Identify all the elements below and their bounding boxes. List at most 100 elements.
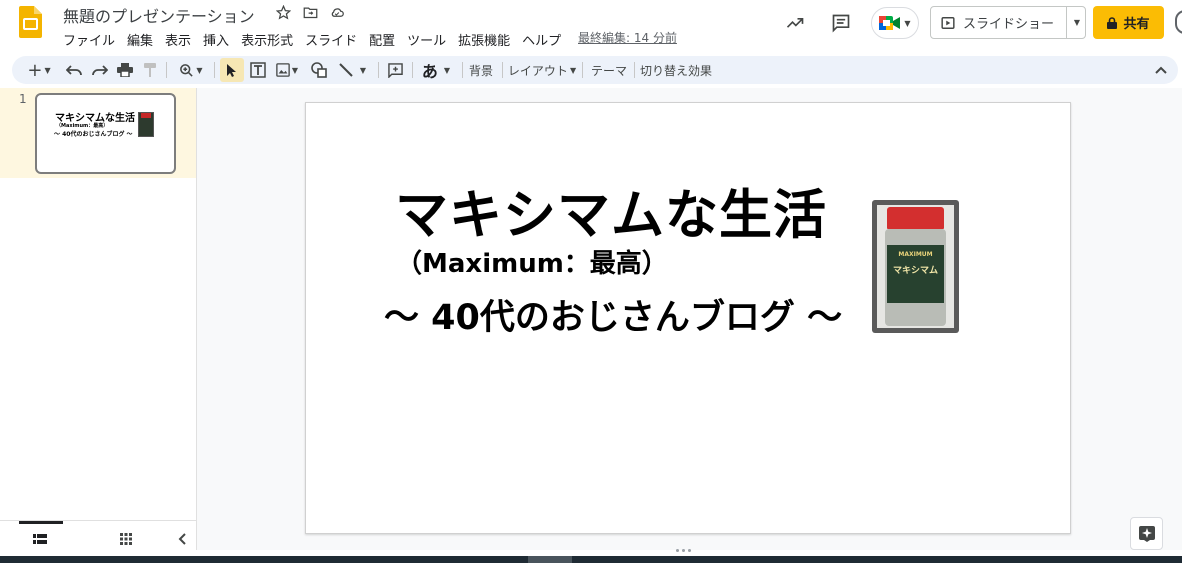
activity-dashboard-icon[interactable] <box>782 10 808 36</box>
transition-button[interactable]: 切り替え効果 <box>640 56 712 84</box>
slide-product-image[interactable]: MAXIMUM マキシマム <box>872 200 959 333</box>
text-box-tool[interactable] <box>248 56 268 84</box>
menu-insert[interactable]: 挿入 <box>197 29 235 50</box>
chevron-down-icon: ▼ <box>291 65 299 75</box>
chevron-down-icon: ▼ <box>569 65 577 75</box>
filmstrip: 1 マキシマムな生活 （Maximum：最高） ～ 40代のおじさんブログ ～ <box>0 88 196 520</box>
notes-resize-handle[interactable] <box>676 549 691 552</box>
select-tool[interactable] <box>220 58 244 82</box>
collapse-panel-icon[interactable] <box>174 531 190 547</box>
toolbar-divider <box>214 62 215 78</box>
chevron-down-icon: ▼ <box>359 65 367 75</box>
layout-label: レイアウト <box>507 63 568 78</box>
thumbnail-subtitle: （Maximum：最高） <box>56 123 109 129</box>
active-view-indicator <box>19 521 63 524</box>
os-taskbar <box>0 556 1182 563</box>
move-folder-icon[interactable] <box>301 3 319 21</box>
menu-extensions[interactable]: 拡張機能 <box>452 29 516 50</box>
add-comment-icon <box>387 62 403 78</box>
explore-button[interactable] <box>1130 517 1163 550</box>
toolbar: + ▼ ▼ ▼ ▼ あ ▼ 背景 レイアウト ▼ テーマ 切り替え効果 <box>12 56 1178 84</box>
toolbar-divider <box>166 62 167 78</box>
document-title[interactable]: 無題のプレゼンテーション <box>63 3 255 27</box>
slides-logo-icon[interactable] <box>19 6 42 38</box>
undo-button[interactable] <box>64 56 84 84</box>
input-tools-label: あ <box>421 62 438 81</box>
thumbnail-image <box>138 112 154 137</box>
grid-view-icon[interactable] <box>118 531 134 547</box>
account-avatar[interactable] <box>1175 10 1182 34</box>
lock-icon <box>1107 16 1118 29</box>
title-actions <box>274 3 346 21</box>
bottle-label-panel: MAXIMUM マキシマム <box>887 245 944 303</box>
slide-number: 1 <box>19 92 27 106</box>
shape-icon <box>311 62 327 78</box>
last-edit-link[interactable]: 最終編集: 14 分前 <box>578 29 677 46</box>
layout-button[interactable]: レイアウト ▼ <box>508 56 576 84</box>
menu-edit[interactable]: 編集 <box>121 29 159 50</box>
taskbar-item[interactable] <box>528 556 572 563</box>
chevron-down-icon: ▼ <box>1073 18 1081 27</box>
chevron-up-icon <box>1155 66 1167 74</box>
chevron-down-icon: ▼ <box>44 65 51 75</box>
slideshow-button[interactable]: スライドショー <box>931 7 1067 38</box>
slide-blog-text[interactable]: ～ 40代のおじさんブログ ～ <box>384 289 842 340</box>
bottle-label: マキシマム <box>892 266 938 276</box>
bottle-photo: MAXIMUM マキシマム <box>877 205 954 328</box>
slideshow-dropdown[interactable]: ▼ <box>1069 7 1085 38</box>
slide-title[interactable]: マキシマムな生活 <box>395 173 827 249</box>
menu-slide[interactable]: スライド <box>299 29 363 50</box>
input-tools-button[interactable]: あ ▼ <box>418 56 454 84</box>
menu-tools[interactable]: ツール <box>401 29 452 50</box>
theme-button[interactable]: テーマ <box>590 56 628 84</box>
thumbnail-bottle-cap <box>141 113 151 118</box>
slideshow-button-group: スライドショー ▼ <box>930 6 1086 39</box>
print-button[interactable] <box>114 56 136 84</box>
share-button[interactable]: 共有 <box>1093 6 1164 39</box>
meet-icon <box>879 16 901 30</box>
slide-thumbnail[interactable]: マキシマムな生活 （Maximum：最高） ～ 40代のおじさんブログ ～ <box>35 93 176 174</box>
comments-icon[interactable] <box>828 10 854 36</box>
toolbar-divider <box>582 62 583 78</box>
shape-tool[interactable] <box>308 56 330 84</box>
redo-button[interactable] <box>90 56 110 84</box>
toolbar-divider <box>378 62 379 78</box>
insert-image-button[interactable]: ▼ <box>272 56 302 84</box>
explore-icon <box>1138 525 1155 542</box>
line-tool[interactable]: ▼ <box>334 56 370 84</box>
text-box-icon <box>250 62 266 78</box>
zoom-icon <box>180 63 194 77</box>
bottle-cap <box>887 207 944 229</box>
toolbar-divider <box>634 62 635 78</box>
line-icon <box>339 63 353 77</box>
menu-format[interactable]: 表示形式 <box>235 29 299 50</box>
star-icon[interactable] <box>274 3 292 21</box>
filmstrip-view-icon[interactable] <box>32 531 48 547</box>
bottle-brand: MAXIMUM <box>898 251 933 258</box>
meet-button[interactable]: ▼ <box>871 7 919 39</box>
slide-subtitle[interactable]: （Maximum：最高） <box>396 243 668 280</box>
menu-view[interactable]: 表示 <box>159 29 197 50</box>
collapse-toolbar-button[interactable] <box>1152 56 1170 84</box>
paint-format-button[interactable] <box>140 56 160 84</box>
cloud-status-icon[interactable] <box>328 3 346 21</box>
add-comment-button[interactable] <box>384 56 406 84</box>
menu-arrange[interactable]: 配置 <box>363 29 401 50</box>
slideshow-icon <box>941 16 955 29</box>
share-label: 共有 <box>1123 17 1150 32</box>
slides-app: 無題のプレゼンテーション ファイル 編集 表示 挿入 表示形式 スライド 配置 … <box>0 0 1182 563</box>
thumbnail-blog-text: ～ 40代のおじさんブログ ～ <box>54 131 133 138</box>
menu-help[interactable]: ヘルプ <box>516 29 567 50</box>
zoom-button[interactable]: ▼ <box>174 56 208 84</box>
toolbar-divider <box>412 62 413 78</box>
background-button[interactable]: 背景 <box>468 56 494 84</box>
chevron-down-icon: ▼ <box>443 65 451 75</box>
menu-file[interactable]: ファイル <box>57 29 121 50</box>
view-switcher <box>0 520 196 556</box>
redo-icon <box>92 65 108 76</box>
toolbar-divider <box>462 62 463 78</box>
slide-canvas[interactable]: マキシマムな生活 （Maximum：最高） ～ 40代のおじさんブログ ～ MA… <box>305 102 1071 534</box>
new-slide-button[interactable]: + ▼ <box>22 56 56 84</box>
chevron-down-icon: ▼ <box>196 65 203 75</box>
undo-icon <box>66 65 82 76</box>
